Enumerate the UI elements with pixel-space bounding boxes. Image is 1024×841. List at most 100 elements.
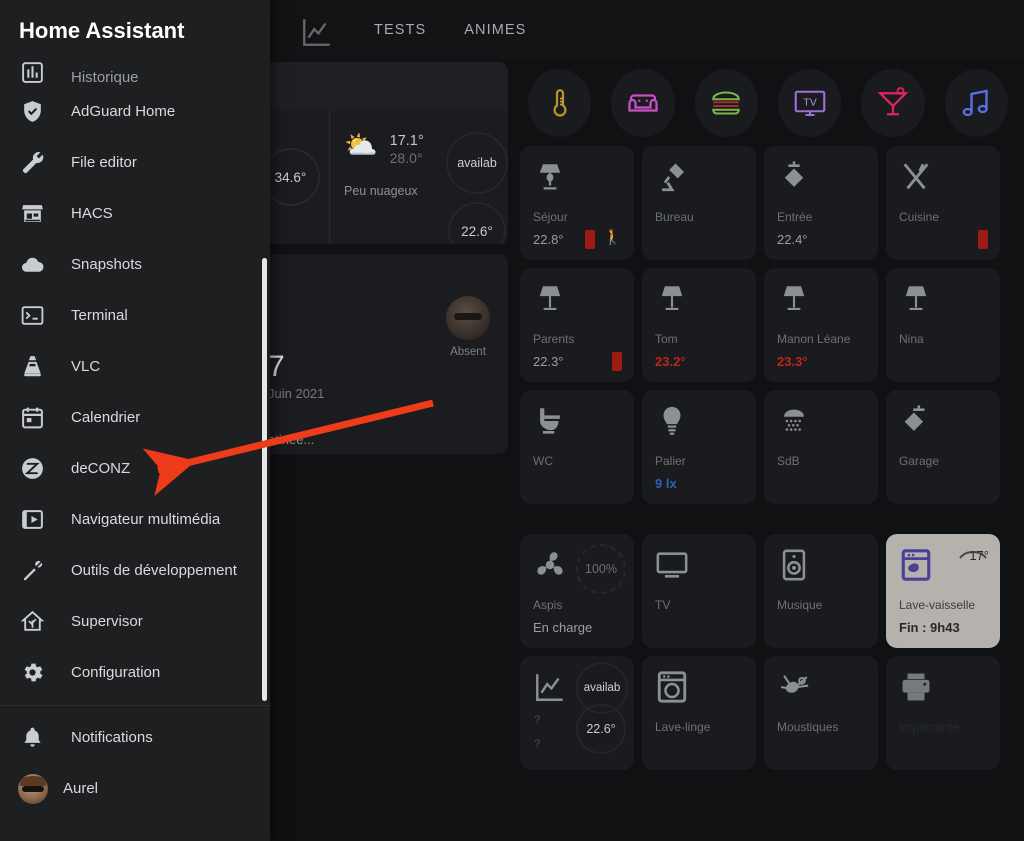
sidebar-item-outils-de-developpement[interactable]: Outils de développement — [0, 545, 270, 596]
weather-card-header — [252, 62, 508, 110]
tab-tests[interactable]: TESTS — [374, 22, 426, 38]
tile-tv[interactable]: TV — [642, 534, 756, 648]
tv-icon: TV — [794, 90, 825, 117]
sidebar-item-user-aurel[interactable]: Aurel — [0, 763, 270, 814]
tile-imprimante[interactable]: Imprimante — [886, 656, 1000, 770]
tile-value: 23.3° — [777, 354, 808, 369]
weather-card[interactable]: 34.6° ⛅ 17.1° 28.0° Peu nuageux availab … — [252, 62, 508, 244]
sidebar-item-label: File editor — [71, 154, 137, 171]
tile-aspis[interactable]: 100% Aspis En charge — [520, 534, 634, 648]
tile-row-4: 100% Aspis En charge TV Musique 17° Lave… — [512, 530, 1024, 652]
washing-machine-icon — [655, 667, 746, 713]
tile-label: Garage — [899, 454, 940, 468]
shower-icon — [777, 401, 868, 447]
ceiling-light-icon — [899, 401, 990, 447]
home-assistant-icon — [14, 608, 50, 636]
scene-burger[interactable] — [694, 69, 758, 137]
sidebar-item-file-editor[interactable]: File editor — [0, 137, 270, 188]
person-calendar-card[interactable]: Absent 7 Juin 2021 atinée... — [252, 254, 508, 454]
tile-wc[interactable]: WC — [520, 390, 634, 504]
tile-label: Cuisine — [899, 210, 940, 224]
tile-badges — [612, 352, 622, 371]
sidebar-item-label: Notifications — [71, 729, 153, 746]
sidebar-scrollbar[interactable] — [262, 258, 267, 701]
tile-nina[interactable]: Nina — [886, 268, 1000, 382]
scene-thermometer[interactable] — [528, 69, 592, 137]
tile-garage[interactable]: Garage — [886, 390, 1000, 504]
tile-label: Lave-vaisselle — [899, 598, 976, 612]
tile-cuisine[interactable]: Cuisine — [886, 146, 1000, 260]
sidebar-item-supervisor[interactable]: Supervisor — [0, 596, 270, 647]
sofa-icon — [628, 94, 658, 112]
tile-badges: 🚶 — [585, 230, 622, 249]
tile-row-5: availab 22.6° ? ? Lave-linge Moustiques … — [512, 652, 1024, 774]
scene-cocktail[interactable] — [861, 69, 925, 137]
calendar-note: atinée... — [268, 432, 315, 447]
tile-lave-linge[interactable]: Lave-linge — [642, 656, 756, 770]
tile-bureau[interactable]: Bureau — [642, 146, 756, 260]
sidebar-item-label: Calendrier — [71, 409, 141, 426]
tile-label: WC — [533, 454, 553, 468]
calendar-icon — [14, 404, 50, 432]
lamp-icon — [533, 279, 624, 325]
tile-value: En charge — [533, 620, 593, 635]
scene-tv[interactable]: TV — [777, 69, 842, 137]
tile-graph-sensor[interactable]: availab 22.6° ? ? — [520, 656, 634, 770]
tile-sejour[interactable]: Séjour 22.8° 🚶 — [520, 146, 634, 260]
tile-entree[interactable]: Entrée 22.4° — [764, 146, 878, 260]
console-icon — [14, 302, 50, 330]
tile-label: Moustiques — [777, 720, 839, 734]
weather-temp-low: 28.0° — [389, 150, 423, 166]
weather-left-value: 34.6° — [261, 148, 320, 206]
sidebar-item-snapshots[interactable]: Snapshots — [0, 239, 270, 290]
tile-label: Imprimante — [899, 720, 960, 734]
lamp-icon — [777, 279, 868, 325]
sidebar-item-terminal[interactable]: Terminal — [0, 290, 270, 341]
sidebar-item-label: HACS — [71, 205, 113, 222]
sidebar-item-navigateur-multimedia[interactable]: Navigateur multimédia — [0, 494, 270, 545]
tile-row-2: Parents 22.3° Tom 23.2° Manon Léane 23.3… — [512, 264, 1024, 386]
sidebar-item-hacs[interactable]: HACS — [0, 188, 270, 239]
tile-parents[interactable]: Parents 22.3° — [520, 268, 634, 382]
tile-value: 22.3° — [533, 354, 564, 369]
tile-temp: 22.6° — [576, 704, 626, 754]
tile-palier[interactable]: Palier 9 lx — [642, 390, 756, 504]
sidebar-item-configuration[interactable]: Configuration — [0, 647, 270, 698]
sidebar-item-calendrier[interactable]: Calendrier — [0, 392, 270, 443]
tile-corner-value: 100% — [576, 544, 626, 594]
lamp-icon — [899, 279, 990, 325]
sidebar-item-vlc[interactable]: VLC — [0, 341, 270, 392]
lamp-icon — [533, 157, 624, 203]
scene-music[interactable] — [944, 69, 1008, 137]
sidebar-item-label: AdGuard Home — [71, 103, 176, 120]
tab-animes[interactable]: ANIMES — [464, 22, 526, 38]
tile-label: Bureau — [655, 210, 694, 224]
tile-tom[interactable]: Tom 23.2° — [642, 268, 756, 382]
music-note-icon — [963, 89, 989, 117]
burger-icon — [712, 91, 741, 115]
sidebar-scroll-area[interactable]: Historique AdGuard Home File editor HACS… — [0, 52, 270, 705]
tile-musique[interactable]: Musique — [764, 534, 878, 648]
tile-manon-leane[interactable]: Manon Léane 23.3° — [764, 268, 878, 382]
tile-sdb[interactable]: SdB — [764, 390, 878, 504]
tab-home-chart-icon[interactable] — [300, 15, 334, 46]
chart-box-icon — [14, 58, 50, 86]
tile-label: Nina — [899, 332, 924, 346]
sidebar-item-deconz[interactable]: deCONZ — [0, 443, 270, 494]
scene-living-room[interactable] — [611, 69, 675, 137]
scene-row: TV — [512, 64, 1024, 142]
sidebar-item-historique[interactable]: Historique — [0, 52, 270, 86]
battery-icon — [612, 352, 622, 371]
tile-lave-vaisselle[interactable]: 17° Lave-vaisselle Fin : 9h43 — [886, 534, 1000, 648]
sidebar-item-adguard-home[interactable]: AdGuard Home — [0, 86, 270, 137]
tile-moustiques[interactable]: Moustiques — [764, 656, 878, 770]
cutlery-icon — [899, 157, 990, 203]
sidebar-item-notifications[interactable]: Notifications — [0, 712, 270, 763]
toilet-icon — [533, 401, 624, 447]
tile-label: Entrée — [777, 210, 813, 224]
person-block[interactable]: Absent — [446, 296, 490, 358]
tile-label: Aspis — [533, 598, 563, 612]
sidebar-item-label: Configuration — [71, 664, 161, 681]
ceiling-light-icon — [777, 157, 868, 203]
weather-condition: Peu nuageux — [344, 184, 418, 198]
